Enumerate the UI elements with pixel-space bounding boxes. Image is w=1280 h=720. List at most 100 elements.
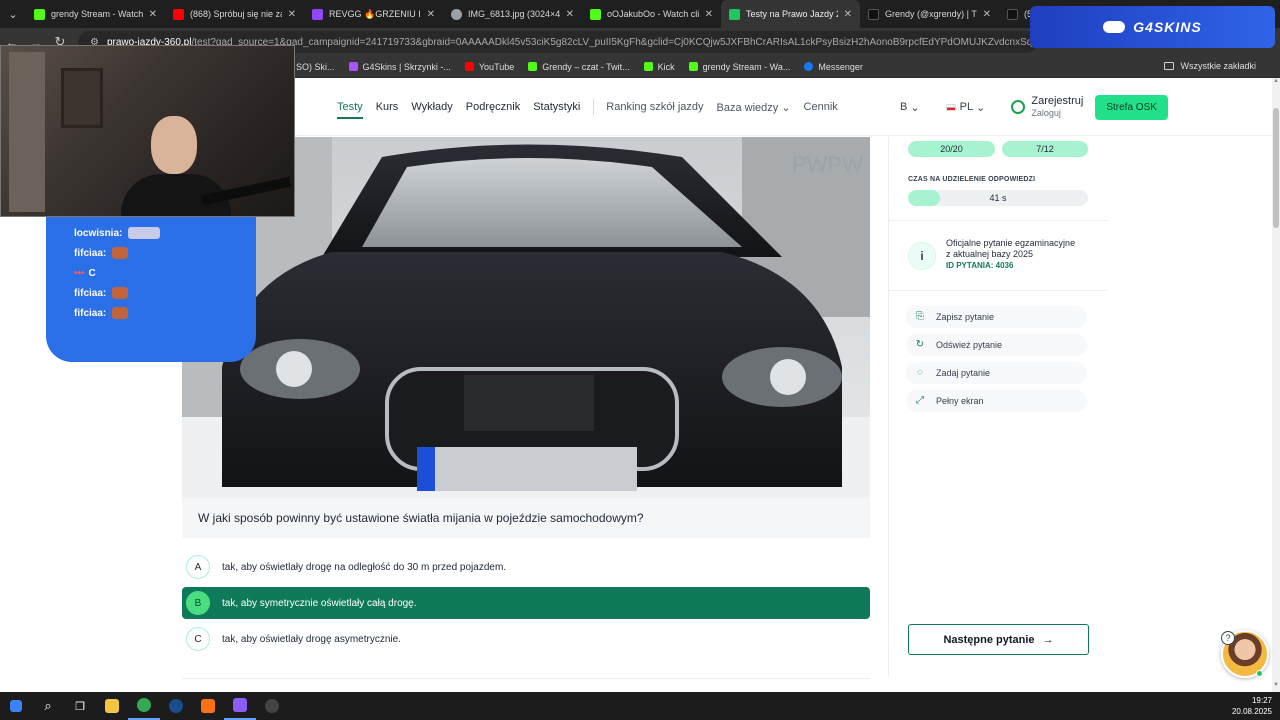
taskbar-steam[interactable]: [160, 692, 192, 720]
category-select[interactable]: B ⌄: [900, 101, 920, 114]
nav-podrecznik[interactable]: Podręcznik: [466, 101, 520, 113]
strefa-osk-button[interactable]: Strefa OSK: [1095, 94, 1168, 120]
close-icon[interactable]: ✕: [705, 9, 713, 20]
prawo-jazdy-icon: [729, 8, 740, 20]
close-icon[interactable]: ✕: [844, 9, 852, 20]
taskbar-explorer[interactable]: [96, 692, 128, 720]
bookmark-item[interactable]: Kick: [643, 62, 675, 72]
answer-text: tak, aby oświetlały drogę na odległość d…: [222, 561, 507, 573]
task-view-button[interactable]: ❒: [64, 692, 96, 720]
bookmark-icon: ⎘: [916, 311, 924, 322]
emote-icon: [128, 227, 161, 239]
browser-tab[interactable]: REVGG 🔥GRZENIU I TIN/ ✕: [304, 0, 443, 28]
answer-option-b[interactable]: B tak, aby symetrycznie oświetlały całą …: [182, 587, 870, 619]
g4skins-overlay: G4SKINS: [1030, 6, 1275, 48]
answer-letter: A: [186, 555, 210, 579]
question-id: ID PYTANIA: 4036: [946, 261, 1014, 270]
close-icon[interactable]: ✕: [566, 9, 574, 20]
bookmark-item[interactable]: Messenger: [804, 62, 863, 72]
action-label: Pełny ekran: [936, 396, 984, 406]
start-button[interactable]: [0, 692, 32, 720]
answer-letter: B: [186, 591, 210, 615]
help-icon[interactable]: ?: [1221, 631, 1235, 645]
webcam-background: [9, 52, 45, 212]
globe-icon: [451, 8, 462, 20]
tab-title: grendy Stream - Watch Li: [51, 9, 143, 19]
answer-option-c[interactable]: C tak, aby oświetlały drogę asymetryczni…: [182, 623, 870, 655]
chat-user-hidden: •••: [74, 267, 85, 279]
nav-kurs[interactable]: Kurs: [376, 101, 399, 113]
tab-title: oOJakubOo - Watch clips: [607, 9, 699, 19]
page-scrollbar[interactable]: ▲ ▼: [1272, 78, 1280, 692]
browser-tab[interactable]: grendy Stream - Watch Li ✕: [26, 0, 165, 28]
bookmark-item[interactable]: G4Skins | Skrzynki -...: [348, 62, 451, 72]
category-value: B: [900, 101, 908, 113]
progress-main-pill: 20/20: [908, 141, 995, 157]
windows-taskbar: ⌕ ❒ 19:27 20.08.2025: [0, 692, 1280, 720]
close-icon[interactable]: ✕: [288, 9, 296, 20]
chat-text: C: [88, 267, 96, 279]
chat-message: locwisnia:: [74, 223, 256, 243]
next-question-button[interactable]: Następne pytanie →: [908, 624, 1089, 655]
kick-icon: [590, 8, 601, 20]
folder-label: Wszystkie zakładki: [1180, 61, 1256, 71]
chrome-icon: [137, 698, 151, 712]
close-icon[interactable]: ✕: [427, 9, 435, 20]
ask-question-button[interactable]: ◌ Zadaj pytanie: [906, 362, 1087, 384]
windows-icon: [10, 700, 22, 712]
register-link[interactable]: Zarejestruj: [1031, 95, 1083, 107]
scrollbar-thumb[interactable]: [1273, 108, 1279, 228]
tab-title: Grendy (@xgrendy) | TikT: [885, 9, 977, 19]
answer-option-a[interactable]: A tak, aby oświetlały drogę na odległość…: [182, 551, 870, 583]
nav-baza-wiedzy[interactable]: Baza wiedzy ⌄: [717, 101, 791, 114]
language-value: PL: [959, 101, 974, 113]
clock-time: 19:27: [1251, 696, 1272, 705]
time-label: CZAS NA UDZIELENIE ODPOWIEDZI: [908, 176, 1036, 183]
all-bookmarks-folder[interactable]: Wszystkie zakładki: [1164, 61, 1256, 71]
tab-search-button[interactable]: ⌄: [0, 0, 26, 28]
next-label: Następne pytanie: [943, 633, 1035, 646]
scroll-up-icon[interactable]: ▲: [1272, 78, 1280, 88]
close-icon[interactable]: ✕: [149, 9, 157, 20]
emote-icon: [112, 307, 129, 319]
browser-tab-active[interactable]: Testy na Prawo Jazdy 202 ✕: [721, 0, 860, 28]
bookmark-item[interactable]: SO) Ski...: [296, 62, 335, 72]
language-select[interactable]: PL ⌄: [945, 101, 985, 114]
nav-wyklady[interactable]: Wykłady: [411, 101, 452, 113]
nav-statystyki[interactable]: Statystyki: [533, 101, 580, 113]
browser-tab[interactable]: (868) Spróbuj się nie zaśm ✕: [165, 0, 304, 28]
answer-letter: C: [186, 627, 210, 651]
nav-cennik[interactable]: Cennik: [804, 101, 838, 113]
search-button[interactable]: ⌕: [32, 692, 64, 720]
taskbar-obs[interactable]: [256, 692, 288, 720]
fullscreen-button[interactable]: ⤢ Pełny ekran: [906, 390, 1087, 412]
nav-testy[interactable]: Testy: [337, 101, 363, 119]
chevron-down-icon: ⌄: [910, 101, 920, 114]
taskbar-discord[interactable]: [224, 692, 256, 720]
save-question-button[interactable]: ⎘ Zapisz pytanie: [906, 306, 1087, 328]
g4skins-logo-icon: [1103, 21, 1126, 33]
browser-tab[interactable]: oOJakubOo - Watch clips ✕: [582, 0, 721, 28]
bookmark-item[interactable]: grendy Stream - Wa...: [688, 62, 790, 72]
bookmark-item[interactable]: Grendy – czat - Twit...: [528, 61, 630, 72]
taskbar-chrome[interactable]: [128, 692, 160, 720]
scroll-down-icon[interactable]: ▼: [1272, 682, 1280, 692]
close-icon[interactable]: ✕: [983, 9, 991, 20]
kick-icon: [643, 62, 653, 71]
clock-date: 20.08.2025: [1231, 707, 1272, 716]
browser-tab[interactable]: IMG_6813.jpg (3024×403 ✕: [443, 0, 582, 28]
bookmark-item[interactable]: YouTube: [464, 62, 514, 72]
account-links: Zarejestruj Zaloguj: [1031, 95, 1083, 119]
bookmark-label: Grendy – czat - Twit...: [542, 61, 630, 72]
question-label: W jaki sposób powinny być ustawione świa…: [198, 511, 644, 525]
chat-message: ••• C: [74, 263, 256, 283]
taskbar-app[interactable]: [192, 692, 224, 720]
url-path: /test?gad_source=1&gad_campaignid=241719…: [191, 36, 1038, 48]
browser-tab[interactable]: Grendy (@xgrendy) | TikT ✕: [860, 0, 999, 28]
nav-ranking[interactable]: Ranking szkół jazdy: [606, 101, 703, 113]
folder-icon: [105, 699, 119, 713]
refresh-question-button[interactable]: ↻ Odśwież pytanie: [906, 334, 1087, 356]
info-icon: i: [908, 242, 936, 270]
system-clock[interactable]: 19:27 20.08.2025: [1232, 695, 1272, 717]
login-link[interactable]: Zaloguj: [1031, 107, 1083, 119]
